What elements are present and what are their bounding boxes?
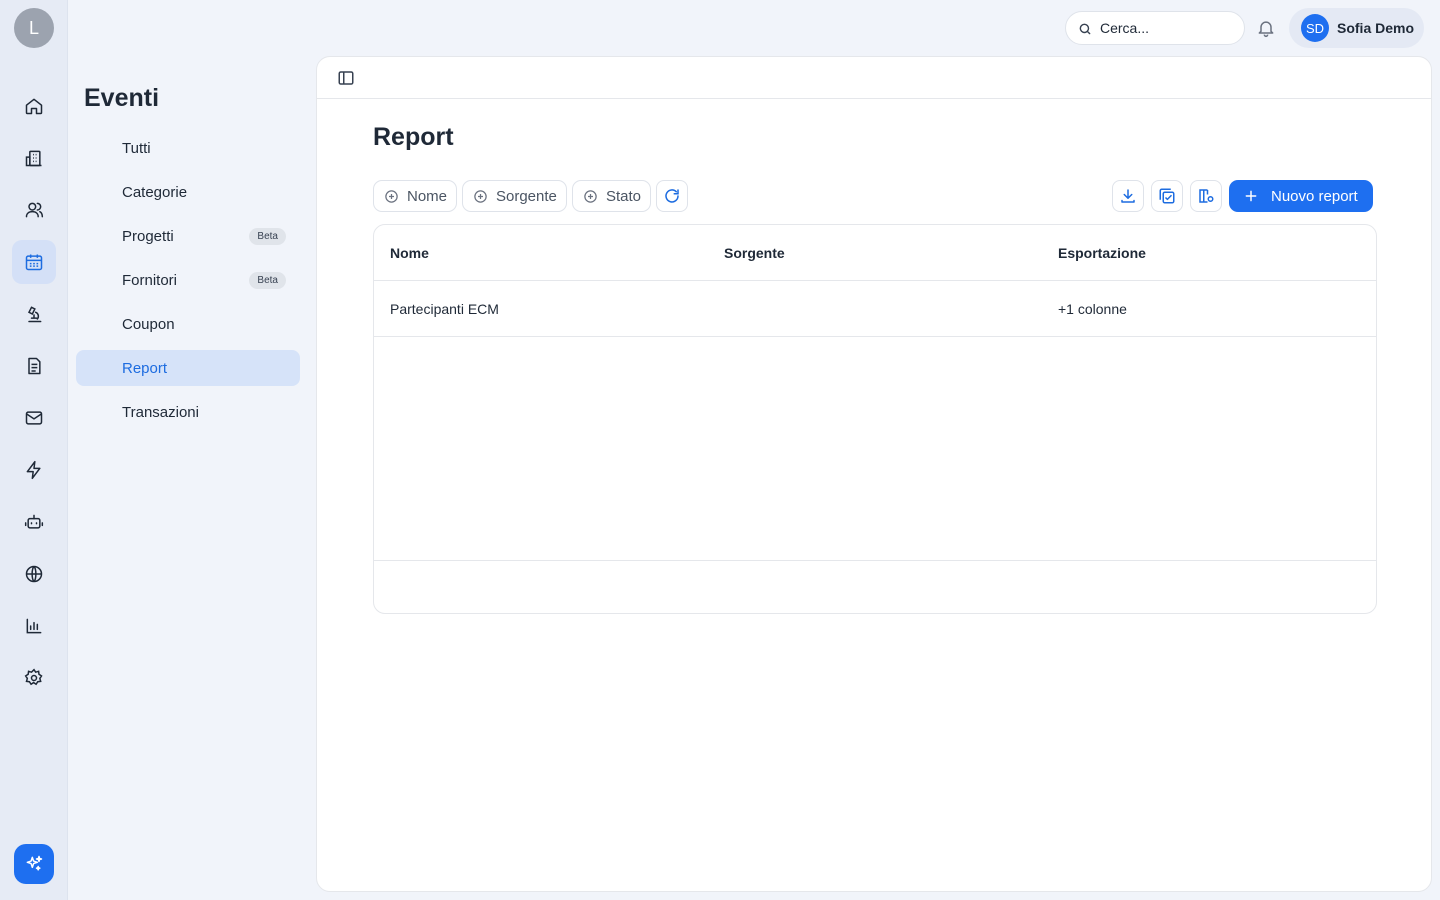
subnav-item-progetti[interactable]: Progetti Beta: [76, 218, 300, 254]
columns-settings-icon[interactable]: [1190, 180, 1222, 212]
filter-sorgente[interactable]: Sorgente: [462, 180, 567, 212]
user-name: Sofia Demo: [1337, 20, 1415, 36]
sparkles-icon[interactable]: [14, 844, 54, 884]
users-icon[interactable]: [12, 188, 56, 232]
user-menu[interactable]: SD Sofia Demo: [1289, 8, 1424, 48]
subnav-item-fornitori[interactable]: Fornitori Beta: [76, 262, 300, 298]
filter-nome[interactable]: Nome: [373, 180, 458, 212]
building-icon[interactable]: [12, 136, 56, 180]
subnav-item-coupon[interactable]: Coupon: [76, 306, 300, 342]
robot-icon[interactable]: [12, 500, 56, 544]
plus-circle-icon: [385, 189, 398, 203]
column-header-nome[interactable]: Nome: [390, 245, 429, 261]
subnav-item-label: Coupon: [122, 315, 175, 333]
plus-circle-icon: [474, 189, 487, 203]
subnav-item-label: Report: [122, 359, 168, 377]
plus-icon: [1245, 190, 1257, 202]
sidebar-toggle-icon[interactable]: [337, 69, 357, 87]
reports-table: Nome Sorgente Esportazione Partecipanti …: [373, 224, 1377, 614]
filter-label: Nome: [407, 187, 448, 205]
lightning-icon[interactable]: [12, 448, 56, 492]
cell-esportazione: +1 colonne: [1058, 301, 1127, 317]
column-header-esportazione[interactable]: Esportazione: [1058, 245, 1146, 261]
home-icon[interactable]: [12, 84, 56, 128]
subnav-item-label: Tutti: [122, 139, 151, 157]
select-all-icon[interactable]: [1151, 180, 1183, 212]
subnav-item-tutti[interactable]: Tutti: [76, 130, 300, 166]
microscope-icon[interactable]: [12, 292, 56, 336]
new-report-label: Nuovo report: [1271, 187, 1358, 205]
workspace-avatar[interactable]: L: [14, 8, 54, 48]
table-footer-divider: [374, 560, 1376, 561]
bell-icon[interactable]: [1256, 18, 1276, 38]
download-icon[interactable]: [1112, 180, 1144, 212]
filter-stato[interactable]: Stato: [572, 180, 652, 212]
gear-icon[interactable]: [12, 656, 56, 700]
section-sidebar: Eventi Tutti Categorie Progetti Beta Forn…: [68, 0, 316, 900]
new-report-button[interactable]: Nuovo report: [1229, 180, 1373, 212]
refresh-icon[interactable]: [656, 180, 688, 212]
subnav-item-label: Fornitori: [122, 271, 178, 289]
plus-circle-icon: [584, 189, 597, 203]
subnav-item-transazioni[interactable]: Transazioni: [76, 394, 300, 430]
subnav-item-report[interactable]: Report: [76, 350, 300, 386]
app-rail: L: [0, 0, 68, 900]
main-panel: Report Nome Sorgente Stato Nuovo report …: [316, 56, 1432, 892]
globe-icon[interactable]: [12, 552, 56, 596]
table-header: Nome Sorgente Esportazione: [374, 225, 1376, 281]
filter-label: Stato: [606, 187, 642, 205]
beta-badge: Beta: [249, 272, 286, 289]
section-title: Eventi: [84, 84, 160, 112]
calendar-icon[interactable]: [12, 240, 56, 284]
page-title: Report: [373, 123, 454, 151]
subnav-item-label: Transazioni: [122, 403, 199, 421]
document-icon[interactable]: [12, 344, 56, 388]
column-header-sorgente[interactable]: Sorgente: [724, 245, 785, 261]
mail-icon[interactable]: [12, 396, 56, 440]
avatar: SD: [1301, 14, 1329, 42]
beta-badge: Beta: [249, 228, 286, 245]
filter-label: Sorgente: [496, 187, 557, 205]
search-icon: [1079, 23, 1091, 35]
subnav-item-label: Progetti: [122, 227, 174, 245]
search-placeholder: Cerca...: [1100, 20, 1150, 36]
bar-chart-icon[interactable]: [12, 604, 56, 648]
cell-nome: Partecipanti ECM: [390, 301, 499, 317]
table-row[interactable]: Partecipanti ECM +1 colonne: [374, 281, 1376, 337]
search-input[interactable]: Cerca...: [1065, 11, 1245, 45]
subnav-item-label: Categorie: [122, 183, 188, 201]
panel-toolbar: [317, 57, 1431, 99]
subnav-item-categorie[interactable]: Categorie: [76, 174, 300, 210]
